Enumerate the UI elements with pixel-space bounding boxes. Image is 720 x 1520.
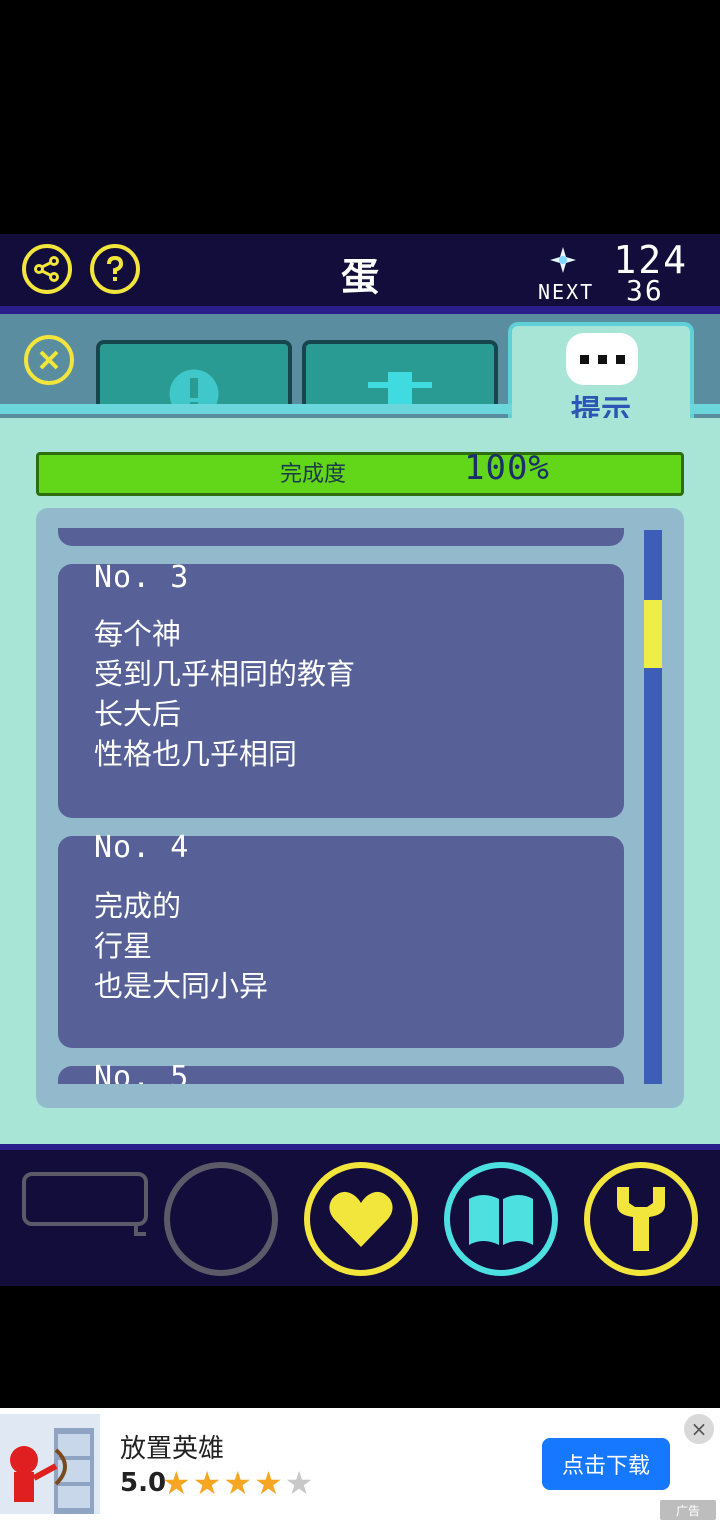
hint-card: No. 3 每个神 受到几乎相同的教育 长大后 性格也几乎相同 (58, 560, 624, 818)
hint-card: No. 4 完成的 行星 也是大同小异 (58, 830, 624, 1048)
hint-number: No. 5 (94, 1060, 190, 1084)
ad-title: 放置英雄 (120, 1434, 225, 1464)
star-icon: ★ (192, 1464, 224, 1502)
ad-close-button[interactable]: × (684, 1414, 714, 1444)
close-button[interactable] (24, 335, 74, 385)
scrollbar-thumb[interactable] (644, 600, 662, 668)
star-icon: ★ (254, 1464, 285, 1502)
star-icon: ★ (162, 1464, 193, 1502)
list-item (58, 528, 624, 546)
hint-line: 受到几乎相同的教育 (94, 657, 356, 691)
page-title: 蛋 (340, 255, 379, 299)
help-button[interactable] (90, 244, 140, 294)
star-icon: ★ (223, 1464, 255, 1502)
tab-info[interactable] (96, 340, 292, 410)
hint-number: No. 4 (94, 830, 190, 865)
top-letterbox (0, 0, 720, 234)
heart-icon (329, 1191, 393, 1247)
hint-line: 行星 (94, 929, 153, 963)
speech-bubble-tail-icon (134, 1222, 146, 1236)
hint-text: 完成的 行星 也是大同小异 (94, 886, 268, 1006)
wrench-icon (617, 1187, 665, 1251)
ad-thumbnail[interactable] (0, 1414, 100, 1514)
next-value: 36 (626, 274, 664, 307)
share-icon (34, 256, 59, 282)
ad-tag: 广告 (660, 1500, 716, 1520)
close-icon (39, 350, 59, 370)
bottom-letterbox (0, 1286, 720, 1408)
tab-upgrade[interactable] (302, 340, 498, 410)
sparkle-star-icon (550, 247, 576, 273)
hint-list[interactable]: No. 3 每个神 受到几乎相同的教育 长大后 性格也几乎相同 No. 4 完成… (56, 528, 626, 1084)
hint-line: 每个神 (94, 617, 182, 651)
hint-text: 每个神 受到几乎相同的教育 长大后 性格也几乎相同 (94, 614, 355, 774)
book-icon (469, 1195, 533, 1245)
hint-line: 完成的 (94, 889, 182, 923)
close-icon: × (690, 1417, 708, 1441)
header-divider (0, 306, 720, 314)
star-empty-icon: ★ (284, 1464, 316, 1502)
chat-button[interactable] (22, 1172, 148, 1226)
share-button[interactable] (22, 244, 72, 294)
speech-bubble-icon (566, 333, 638, 385)
heart-button[interactable] (304, 1162, 418, 1276)
settings-button[interactable] (584, 1162, 698, 1276)
hint-line: 长大后 (94, 697, 182, 731)
game-thumbnail-icon (0, 1414, 100, 1514)
empty-slot-button[interactable] (164, 1162, 278, 1276)
completion-label: 完成度 (280, 462, 347, 487)
next-label: NEXT (538, 280, 595, 304)
hint-line: 性格也几乎相同 (94, 737, 298, 771)
book-button[interactable] (444, 1162, 558, 1276)
ad-star-rating: ★★★★★ (162, 1464, 315, 1502)
hint-card: No. 5 (58, 1060, 624, 1084)
ad-download-button[interactable]: 点击下载 (542, 1438, 670, 1490)
completion-progress-bar (36, 452, 684, 496)
ad-rating: 5.0 (120, 1468, 167, 1498)
completion-value: 100% (464, 448, 550, 488)
help-icon (107, 255, 124, 281)
hint-number: No. 3 (94, 560, 190, 595)
hint-line: 也是大同小异 (94, 969, 269, 1003)
